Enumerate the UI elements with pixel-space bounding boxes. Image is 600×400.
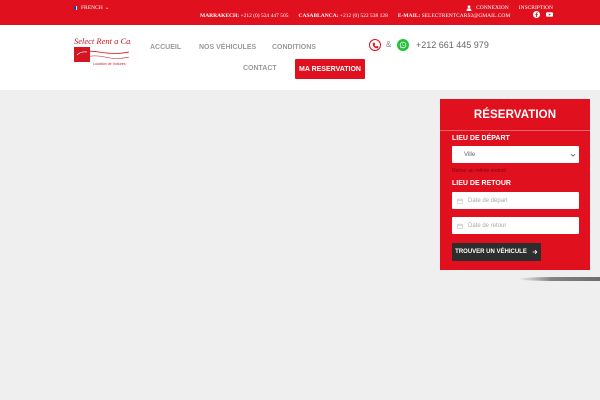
contact-email: E-MAIL: SELECTRENTCARS2@GMAIL.COM — [398, 13, 510, 19]
chevron-down-icon: ⌄ — [104, 5, 110, 11]
card-shadow — [518, 277, 600, 281]
logo-top-text: Select Rent a Car — [74, 36, 131, 46]
departure-location-label: LIEU DE DÉPART — [452, 135, 510, 142]
reservation-form: RÉSERVATION LIEU DE DÉPART Ville Retour … — [440, 99, 590, 270]
nav-vehicles[interactable]: NOS VÉHICULES — [199, 44, 256, 51]
find-vehicle-button[interactable]: TROUVER UN VÉHICULE — [452, 243, 541, 261]
whatsapp-icon — [399, 41, 407, 49]
contact-value[interactable]: SELECTRENTCARS2@GMAIL.COM — [422, 13, 511, 19]
contact-city-label: CASABLANCA: — [298, 13, 339, 19]
phone-button[interactable] — [369, 39, 381, 51]
header-phone-number[interactable]: +212 661 445 979 — [416, 40, 489, 50]
return-location-label: LIEU DE RETOUR — [452, 180, 511, 187]
departure-date-placeholder: Date de départ — [468, 197, 508, 204]
return-date-placeholder: Date de retour — [468, 222, 507, 229]
chevron-down-icon — [570, 153, 576, 157]
departure-city-select[interactable]: Ville — [452, 146, 579, 163]
france-flag-icon — [74, 6, 80, 10]
contact-marrakech: MARRAKECH: +212 (0) 524 447 505 — [200, 13, 289, 19]
user-icon — [466, 5, 472, 11]
phone-icon — [372, 42, 378, 48]
select-rent-a-car-logo[interactable]: Select Rent a Car Location de Voitures — [73, 35, 131, 67]
main-header: Select Rent a Car Location de Voitures A… — [0, 25, 600, 90]
language-selector[interactable]: FRENCH ⌄ — [74, 5, 109, 11]
login-label: CONNEXION — [476, 5, 509, 11]
facebook-icon[interactable] — [533, 11, 540, 18]
language-label: FRENCH — [81, 5, 103, 11]
return-date-input[interactable]: Date de retour — [452, 217, 579, 234]
nav-contact[interactable]: CONTACT — [243, 65, 277, 72]
calendar-icon — [457, 223, 463, 229]
contact-info: MARRAKECH: +212 (0) 524 447 505 CASABLAN… — [200, 13, 510, 19]
my-reservation-button[interactable]: MA RESERVATION — [295, 59, 365, 79]
contact-value[interactable]: +212 (0) 522 538 128 — [340, 13, 388, 19]
find-vehicle-label: TROUVER UN VÉHICULE — [455, 249, 527, 255]
logo-bottom-text: Location de Voitures — [93, 62, 126, 66]
reservation-title: RÉSERVATION — [473, 109, 557, 121]
city-select-value: Ville — [464, 151, 476, 158]
departure-date-input[interactable]: Date de départ — [452, 192, 579, 209]
arrow-right-icon — [532, 249, 538, 255]
contact-city-label: E-MAIL: — [397, 13, 421, 19]
nav-conditions[interactable]: CONDITIONS — [272, 44, 316, 51]
whatsapp-button[interactable] — [397, 39, 409, 51]
divider — [440, 130, 590, 131]
calendar-icon — [457, 198, 463, 204]
ampersand-separator: & — [386, 40, 392, 49]
social-links — [533, 11, 553, 18]
login-link[interactable]: CONNEXION — [466, 5, 509, 11]
contact-value[interactable]: +212 (0) 524 447 505 — [240, 13, 288, 19]
nav-home[interactable]: ACCUEIL — [150, 44, 181, 51]
contact-city-label: MARRAKECH: — [200, 13, 240, 19]
youtube-icon[interactable] — [546, 11, 553, 18]
same-location-toggle[interactable]: Retour au même endroit — [452, 168, 506, 174]
contact-casablanca: CASABLANCA: +212 (0) 522 538 128 — [299, 13, 388, 19]
top-bar: FRENCH ⌄ CONNEXION INSCRIPTION MARRAKECH… — [0, 0, 600, 25]
